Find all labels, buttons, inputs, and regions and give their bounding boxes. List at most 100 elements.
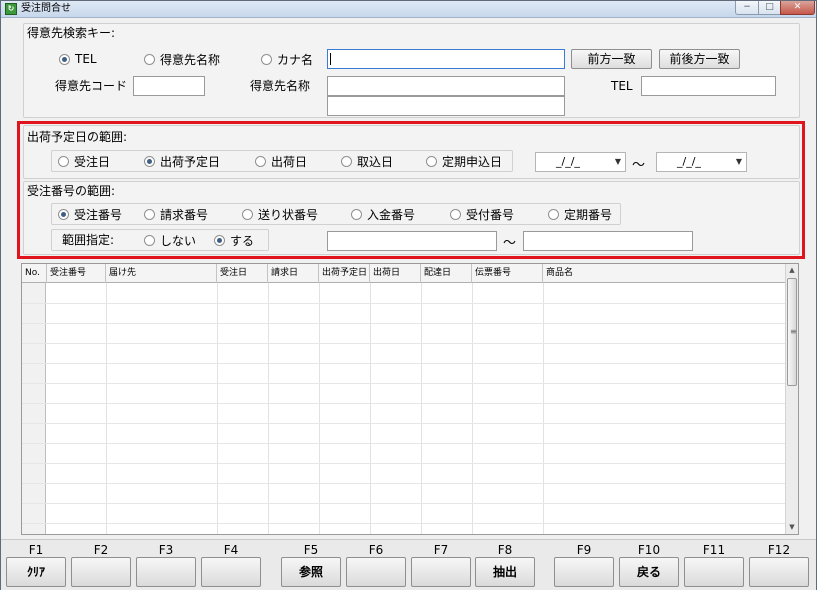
fkey-number: F7 xyxy=(433,543,449,557)
grid-divider xyxy=(217,283,218,534)
radio-label: カナ名 xyxy=(277,52,314,67)
grid-vertical-scrollbar[interactable]: ▲ ≡ ▼ xyxy=(785,264,798,534)
col-header-no[interactable]: No. xyxy=(22,264,47,283)
grip-icon: ≡ xyxy=(790,327,797,336)
customer-code-label: 得意先コード xyxy=(55,79,128,93)
search-radio-tel[interactable]: TEL xyxy=(59,50,97,68)
f11-button[interactable] xyxy=(684,557,744,587)
col-header-delivery-date[interactable]: 配達日 xyxy=(421,264,472,283)
fkey-f9: F9 xyxy=(552,540,616,590)
fkey-f1: F1 ｸﾘｱ xyxy=(4,540,68,590)
row-header-column xyxy=(22,283,46,534)
order-inquiry-window: ↻ 受注問合せ − □ ✕ 得意先検索キー: TEL 得意先名称 カナ名 前方一… xyxy=(0,0,817,590)
radio-label: 得意先名称 xyxy=(160,52,221,67)
tel-field[interactable] xyxy=(641,76,776,96)
col-header-ship-date[interactable]: 出荷日 xyxy=(370,264,421,283)
f7-button[interactable] xyxy=(411,557,471,587)
fkey-f3: F3 xyxy=(134,540,198,590)
prefix-match-button[interactable]: 前方一致 xyxy=(571,49,652,69)
radio-selected-icon xyxy=(59,53,70,65)
grid-row-line xyxy=(22,383,786,384)
window-title: 受注問合せ xyxy=(21,3,71,14)
fkey-number: F10 xyxy=(637,543,661,557)
fkey-f7: F7 xyxy=(409,540,473,590)
fkey-number: F5 xyxy=(303,543,319,557)
fkey-f10: F10 戻る xyxy=(617,540,681,590)
fkey-f8: F8 抽出 xyxy=(473,540,537,590)
title-bar: ↻ 受注問合せ − □ ✕ xyxy=(1,1,816,18)
search-radio-customer-name[interactable]: 得意先名称 xyxy=(144,50,220,68)
f2-button[interactable] xyxy=(71,557,131,587)
function-key-bar: F1 ｸﾘｱ F2 F3 F4 F5 参照 F6 F7 F8 抽出 F9 F10… xyxy=(1,539,816,590)
grid-row-line xyxy=(22,343,786,344)
col-header-order-number[interactable]: 受注番号 xyxy=(47,264,106,283)
grid-divider xyxy=(319,283,320,534)
col-header-delivery-to[interactable]: 届け先 xyxy=(106,264,217,283)
back-button[interactable]: 戻る xyxy=(619,557,679,587)
fkey-number: F9 xyxy=(576,543,592,557)
grid-row-line xyxy=(22,303,786,304)
scroll-thumb[interactable]: ≡ xyxy=(787,278,797,386)
radio-icon xyxy=(261,53,272,65)
customer-code-field[interactable] xyxy=(133,76,205,96)
search-radio-kana-name[interactable]: カナ名 xyxy=(261,50,313,68)
grid-header-row: No. 受注番号 届け先 受注日 請求日 出荷予定日 出荷日 配達日 伝票番号 … xyxy=(22,264,786,283)
grid-row-line xyxy=(22,403,786,404)
grid-divider xyxy=(268,283,269,534)
scroll-down-icon[interactable]: ▼ xyxy=(786,521,798,534)
fkey-f2: F2 xyxy=(69,540,133,590)
grid-divider xyxy=(370,283,371,534)
text-cursor xyxy=(330,53,331,65)
customer-name-field-1[interactable] xyxy=(327,76,565,96)
f6-button[interactable] xyxy=(346,557,406,587)
highlight-box xyxy=(17,121,805,259)
col-header-order-date[interactable]: 受注日 xyxy=(217,264,268,283)
fkey-number: F6 xyxy=(368,543,384,557)
grid-divider xyxy=(421,283,422,534)
tel-label: TEL xyxy=(611,79,633,93)
col-header-invoice-date[interactable]: 請求日 xyxy=(268,264,319,283)
grid-divider xyxy=(106,283,107,534)
grid-row-line xyxy=(22,463,786,464)
grid-row-line xyxy=(22,483,786,484)
fkey-number: F1 xyxy=(28,543,44,557)
f4-button[interactable] xyxy=(201,557,261,587)
fkey-f5: F5 参照 xyxy=(279,540,343,590)
grid-row-line xyxy=(22,323,786,324)
fkey-number: F11 xyxy=(702,543,726,557)
fkey-f12: F12 xyxy=(747,540,811,590)
radio-icon xyxy=(144,53,155,65)
customer-search-label: 得意先検索キー: xyxy=(27,26,116,40)
grid-row-line xyxy=(22,363,786,364)
fkey-f11: F11 xyxy=(682,540,746,590)
fkey-f4: F4 xyxy=(199,540,263,590)
col-header-product-name[interactable]: 商品名 xyxy=(543,264,786,283)
grid-row-line xyxy=(22,443,786,444)
fkey-f6: F6 xyxy=(344,540,408,590)
clear-button[interactable]: ｸﾘｱ xyxy=(6,557,66,587)
close-button[interactable]: ✕ xyxy=(780,1,815,15)
col-header-scheduled-ship-date[interactable]: 出荷予定日 xyxy=(319,264,370,283)
radio-label: TEL xyxy=(75,52,97,66)
results-grid[interactable]: No. 受注番号 届け先 受注日 請求日 出荷予定日 出荷日 配達日 伝票番号 … xyxy=(21,263,799,535)
scroll-up-icon[interactable]: ▲ xyxy=(786,264,798,277)
fkey-number: F3 xyxy=(158,543,174,557)
f9-button[interactable] xyxy=(554,557,614,587)
customer-name-field-2[interactable] xyxy=(327,96,565,116)
app-icon: ↻ xyxy=(5,3,17,15)
f3-button[interactable] xyxy=(136,557,196,587)
grid-row-line xyxy=(22,503,786,504)
f12-button[interactable] xyxy=(749,557,809,587)
col-header-slip-number[interactable]: 伝票番号 xyxy=(472,264,543,283)
reference-button[interactable]: 参照 xyxy=(281,557,341,587)
fkey-number: F8 xyxy=(497,543,513,557)
search-key-input[interactable] xyxy=(327,49,565,69)
grid-row-line xyxy=(22,523,786,524)
minimize-button[interactable]: − xyxy=(735,1,759,15)
grid-row-line xyxy=(22,423,786,424)
extract-button[interactable]: 抽出 xyxy=(475,557,535,587)
grid-divider xyxy=(543,283,544,534)
fkey-number: F4 xyxy=(223,543,239,557)
maximize-button[interactable]: □ xyxy=(758,1,781,15)
partial-match-button[interactable]: 前後方一致 xyxy=(659,49,740,69)
